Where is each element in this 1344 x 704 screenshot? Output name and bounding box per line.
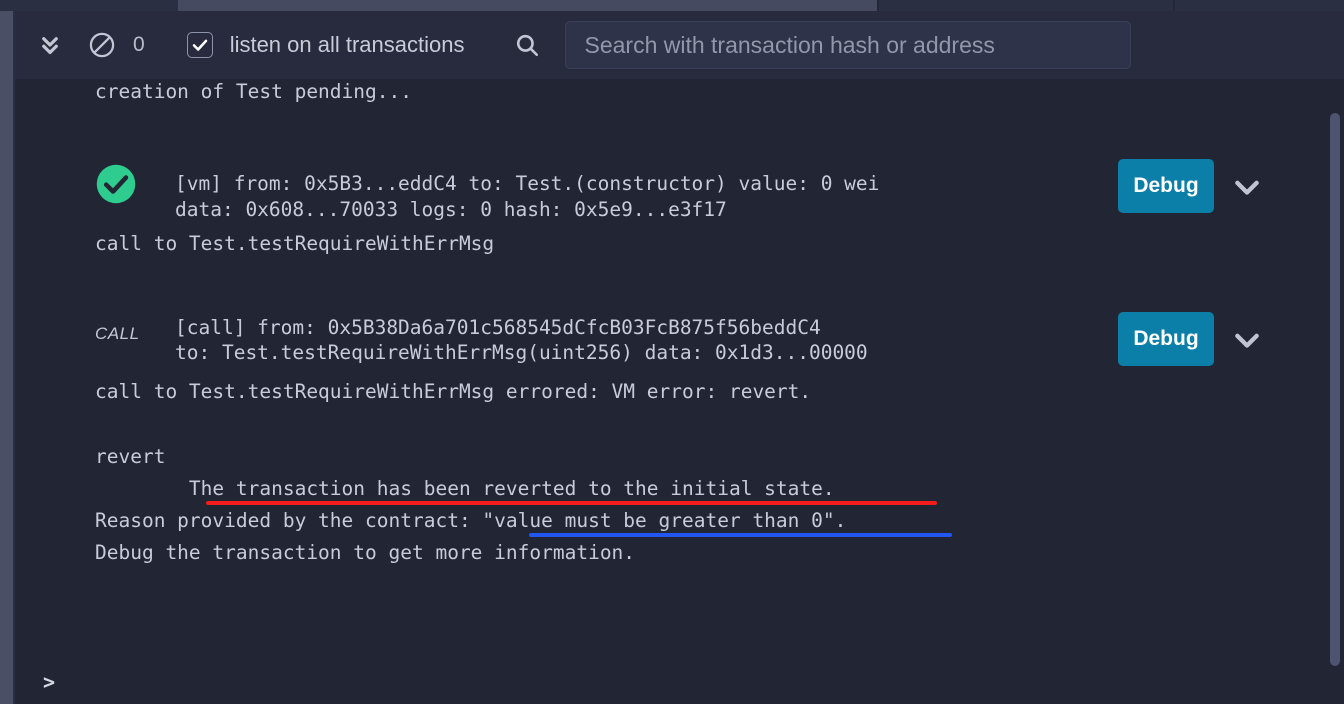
debug-button-entry-1-wrap: Debug	[1118, 159, 1214, 213]
transaction-summary-line-1: [vm] from: 0x5B3...eddC4 to: Test.(const…	[175, 172, 880, 195]
call-summary-line-2: to: Test.testRequireWithErrMsg(uint256) …	[175, 341, 868, 364]
search-input[interactable]	[565, 21, 1132, 69]
debug-button[interactable]: Debug	[1118, 312, 1214, 366]
ban-icon[interactable]	[87, 30, 117, 60]
terminal-prompt-symbol[interactable]: >	[43, 669, 55, 695]
chevron-down-icon	[1235, 333, 1259, 348]
tab-strip	[0, 0, 1344, 11]
blue-underline-annotation	[529, 533, 952, 537]
debug-button-entry-2-wrap: Debug	[1118, 312, 1214, 366]
terminal-log[interactable]: creation of Test pending... [vm] from: 0…	[15, 79, 1344, 704]
call-status-badge: CALL	[95, 324, 140, 343]
revert-message-line-1: The transaction has been reverted to the…	[95, 477, 835, 500]
clear-count-label: 0	[133, 33, 145, 56]
debug-button[interactable]: Debug	[1118, 159, 1214, 213]
transaction-summary-line-2: data: 0x608...70033 logs: 0 hash: 0x5e9.…	[175, 198, 727, 221]
transaction-call-line: call to Test.testRequireWithErrMsg	[95, 232, 495, 255]
tab-strip-active-segment[interactable]	[178, 0, 877, 11]
revert-message-line-3: Debug the transaction to get more inform…	[95, 541, 636, 564]
pending-log-line: creation of Test pending...	[95, 80, 412, 103]
terminal-scrollbar-track[interactable]	[1326, 79, 1344, 704]
revert-heading: revert	[95, 445, 166, 468]
panel-resize-gutter[interactable]	[0, 11, 13, 704]
success-check-circle-icon	[95, 163, 137, 205]
chevron-down-icon	[1235, 180, 1259, 195]
listen-checkbox-label: listen on all transactions	[229, 32, 465, 57]
terminal-scrollbar-thumb[interactable]	[1330, 113, 1340, 666]
remix-terminal-panel: 0 listen on all transactions creation of…	[0, 0, 1344, 704]
search-icon[interactable]	[514, 32, 540, 58]
double-chevron-down-icon[interactable]	[33, 28, 67, 62]
expand-entry-2-button[interactable]	[1230, 329, 1264, 355]
listen-on-all-transactions-control[interactable]: listen on all transactions	[186, 32, 465, 58]
call-error-line: call to Test.testRequireWithErrMsg error…	[95, 380, 812, 403]
checkmark-icon	[192, 39, 207, 51]
listen-checkbox[interactable]	[186, 32, 213, 58]
red-underline-annotation	[206, 501, 937, 505]
tab-strip-divider-1	[877, 0, 879, 11]
call-summary-line-1: [call] from: 0x5B38Da6a701c568545dCfcB03…	[175, 316, 821, 339]
tab-strip-divider-2	[1173, 0, 1175, 11]
terminal-toolbar: 0 listen on all transactions	[15, 11, 1344, 79]
expand-entry-1-button[interactable]	[1230, 176, 1264, 202]
revert-message-line-2: Reason provided by the contract: "value …	[95, 509, 847, 532]
